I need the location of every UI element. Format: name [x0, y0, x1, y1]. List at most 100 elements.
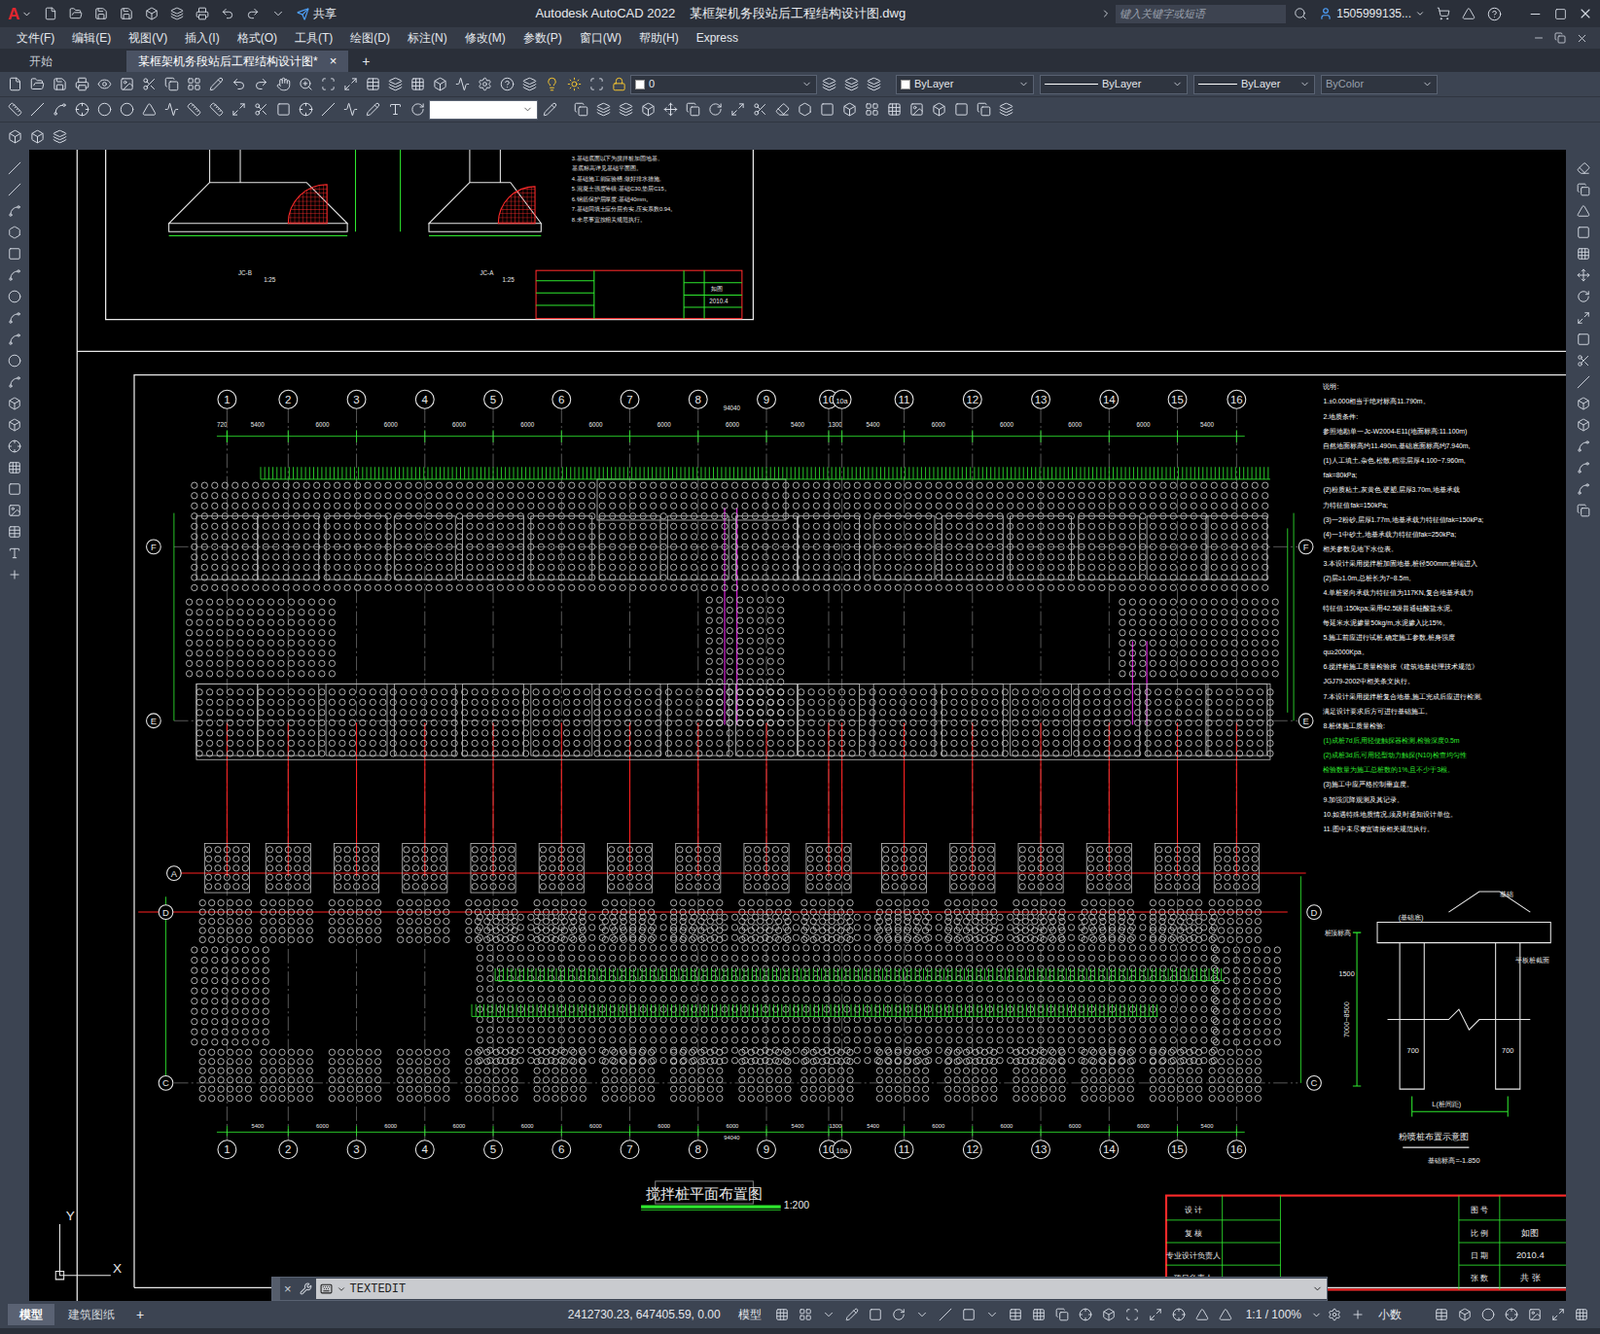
- tool-button[interactable]: [3, 178, 26, 201]
- tool-button[interactable]: [726, 99, 748, 121]
- tool-button[interactable]: [1028, 1304, 1050, 1326]
- layout-tab[interactable]: 建筑图纸: [56, 1304, 127, 1326]
- app-menu-button[interactable]: A: [3, 5, 36, 23]
- tool-button[interactable]: [160, 73, 182, 96]
- menu-item[interactable]: 帮助(H): [630, 27, 688, 49]
- new-tab-button[interactable]: +: [350, 50, 382, 72]
- tool-button[interactable]: [1004, 1304, 1027, 1326]
- tab-close-button[interactable]: ×: [329, 51, 338, 72]
- tool-button[interactable]: [227, 73, 249, 96]
- tool-button[interactable]: [3, 457, 26, 479]
- menu-item[interactable]: 文件(F): [7, 27, 64, 49]
- tool-button[interactable]: [1144, 1304, 1167, 1326]
- tool-button[interactable]: [838, 99, 860, 121]
- tool-button[interactable]: [3, 350, 26, 372]
- tool-button[interactable]: [637, 99, 659, 121]
- tool-button[interactable]: [26, 73, 48, 96]
- tool-button[interactable]: [3, 328, 26, 351]
- lineweight-dropdown[interactable]: ByLayer: [1193, 74, 1316, 95]
- tool-button[interactable]: [1572, 328, 1595, 351]
- tool-button[interactable]: [406, 73, 428, 96]
- tool-button[interactable]: [1074, 1304, 1097, 1326]
- tool-button[interactable]: [3, 157, 26, 179]
- tool-button[interactable]: [1572, 157, 1595, 179]
- tool-button[interactable]: [569, 99, 592, 121]
- tool-button[interactable]: [71, 73, 93, 96]
- tool-button[interactable]: [817, 1304, 840, 1326]
- tool-button[interactable]: [1432, 2, 1455, 25]
- tool-button[interactable]: [3, 264, 26, 286]
- tool-button[interactable]: [242, 2, 264, 25]
- tool-button[interactable]: [3, 125, 26, 147]
- tool-button[interactable]: [3, 73, 26, 96]
- tool-button[interactable]: [1572, 457, 1595, 479]
- menu-item[interactable]: 窗口(W): [570, 27, 631, 49]
- tool-button[interactable]: [1572, 221, 1595, 244]
- tool-button[interactable]: [272, 99, 294, 121]
- tool-button[interactable]: [518, 73, 540, 96]
- tool-button[interactable]: [115, 99, 138, 121]
- menu-item[interactable]: 标注(N): [398, 27, 457, 49]
- add-layout-button[interactable]: +: [128, 1305, 152, 1326]
- tool-button[interactable]: [1528, 27, 1550, 49]
- tool-button[interactable]: [272, 73, 294, 96]
- tool-button[interactable]: [428, 73, 451, 96]
- tool-button[interactable]: [339, 73, 361, 96]
- tool-button[interactable]: [1191, 1304, 1213, 1326]
- tool-button[interactable]: [771, 1304, 793, 1326]
- tool-button[interactable]: [816, 99, 838, 121]
- tool-button[interactable]: [3, 435, 26, 458]
- tool-button[interactable]: [1483, 2, 1505, 25]
- tool-button[interactable]: [496, 73, 518, 96]
- tool-button[interactable]: [249, 73, 272, 96]
- tool-button[interactable]: [473, 73, 496, 96]
- tool-button[interactable]: [317, 73, 339, 96]
- tool-button[interactable]: [3, 221, 26, 244]
- tool-button[interactable]: [3, 243, 26, 265]
- tool-button[interactable]: [995, 99, 1017, 121]
- tool-button[interactable]: [48, 99, 71, 121]
- tool-button[interactable]: [841, 1304, 863, 1326]
- tool-button[interactable]: [1549, 27, 1571, 49]
- tool-button[interactable]: [3, 542, 26, 565]
- tool-button[interactable]: [1524, 2, 1546, 25]
- plot-style-dropdown[interactable]: ByColor: [1320, 74, 1438, 95]
- tool-button[interactable]: [384, 73, 406, 96]
- tool-button[interactable]: [585, 73, 607, 96]
- layout-tab[interactable]: 模型: [7, 1304, 55, 1326]
- tool-button[interactable]: [3, 99, 26, 121]
- tool-button[interactable]: [26, 125, 48, 147]
- tool-button[interactable]: [65, 2, 87, 25]
- search-field[interactable]: 键入关键字或短语: [1115, 4, 1286, 24]
- tool-button[interactable]: [860, 99, 883, 121]
- tool-button[interactable]: [681, 99, 704, 121]
- tool-button[interactable]: [1454, 1304, 1476, 1326]
- tool-button[interactable]: [1572, 178, 1595, 201]
- tool-button[interactable]: [1572, 307, 1595, 329]
- tool-button[interactable]: [339, 99, 361, 121]
- tool-button[interactable]: [3, 414, 26, 436]
- model-space-button[interactable]: 模型: [730, 1306, 770, 1324]
- tool-button[interactable]: [1500, 1304, 1523, 1326]
- tool-button[interactable]: [205, 99, 227, 121]
- tool-button[interactable]: [864, 1304, 887, 1326]
- tool-button[interactable]: [1457, 2, 1480, 25]
- tool-button[interactable]: [317, 99, 339, 121]
- tool-button[interactable]: [905, 99, 927, 121]
- tool-button[interactable]: [1051, 1304, 1073, 1326]
- share-button[interactable]: 共享: [292, 4, 341, 23]
- tool-button[interactable]: [26, 99, 48, 121]
- tool-button[interactable]: [93, 73, 115, 96]
- tool-button[interactable]: [3, 392, 26, 415]
- tool-button[interactable]: [748, 99, 771, 121]
- units-button[interactable]: 小数: [1370, 1306, 1429, 1324]
- tool-button[interactable]: [883, 99, 905, 121]
- tool-button[interactable]: [1168, 1304, 1190, 1326]
- tool-button[interactable]: [294, 99, 317, 121]
- tool-button[interactable]: [227, 99, 249, 121]
- tool-button[interactable]: [1549, 2, 1571, 25]
- menu-item[interactable]: 编辑(E): [63, 27, 120, 49]
- tool-button[interactable]: [3, 499, 26, 522]
- tool-button[interactable]: [182, 99, 205, 121]
- tool-button[interactable]: [1572, 285, 1595, 308]
